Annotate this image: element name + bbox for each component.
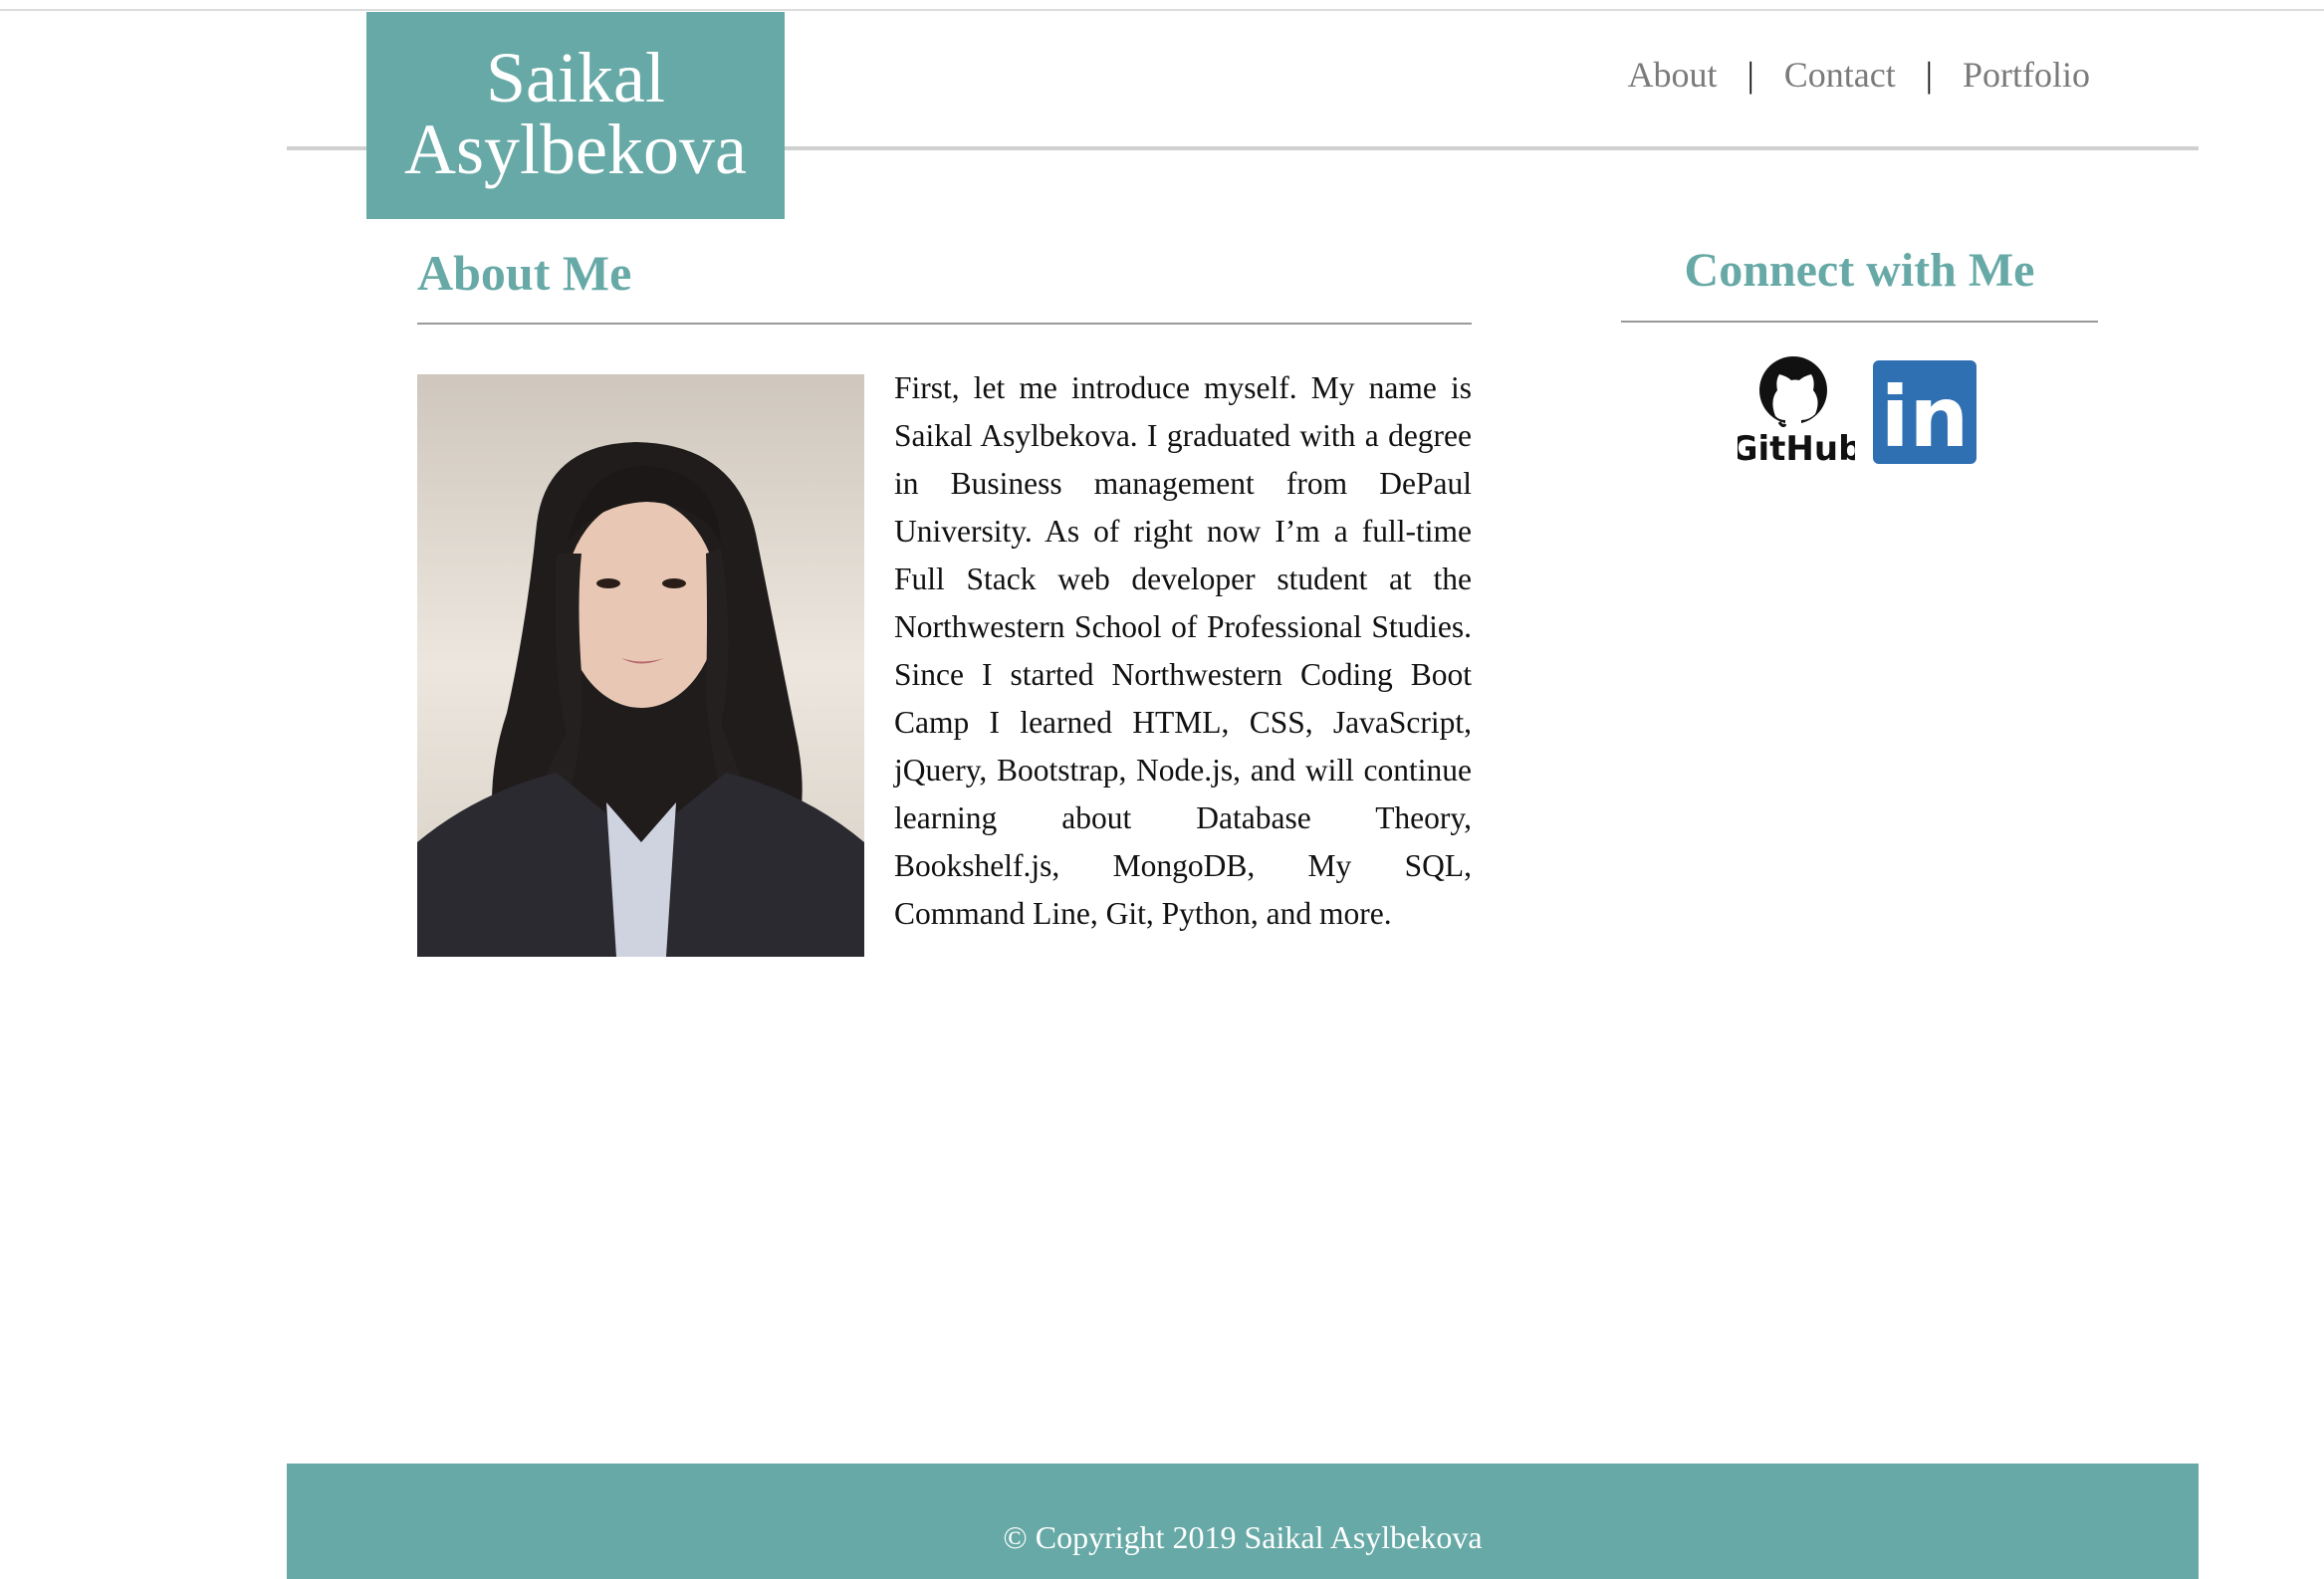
footer-copyright: © Copyright 2019 Saikal Asylbekova bbox=[1003, 1519, 1483, 1555]
main-nav: About | Contact | Portfolio bbox=[1628, 54, 2090, 96]
linkedin-icon[interactable]: in bbox=[1873, 360, 1976, 464]
connect-heading: Connect with Me bbox=[1684, 244, 2035, 297]
connect-divider bbox=[1621, 321, 2098, 323]
top-border bbox=[0, 9, 2324, 11]
page: Saikal Asylbekova About | Contact | Port… bbox=[0, 0, 2324, 1579]
linkedin-wordmark: in bbox=[1881, 368, 1970, 464]
nav-link-contact[interactable]: Contact bbox=[1784, 54, 1896, 96]
profile-photo bbox=[417, 374, 864, 957]
brand-first-name: Saikal bbox=[486, 38, 665, 117]
nav-link-about[interactable]: About bbox=[1628, 54, 1718, 96]
github-icon[interactable]: GitHub bbox=[1738, 356, 1855, 464]
nav-separator: | bbox=[1746, 55, 1754, 95]
brand-last-name: Asylbekova bbox=[404, 110, 747, 189]
social-links: GitHub in bbox=[1738, 356, 1976, 464]
about-paragraph: First, let me introduce myself. My name … bbox=[894, 370, 1472, 931]
about-heading: About Me bbox=[417, 245, 632, 301]
github-wordmark: GitHub bbox=[1738, 429, 1855, 464]
nav-separator: | bbox=[1925, 55, 1933, 95]
profile-photo-illustration bbox=[417, 374, 864, 957]
footer: © Copyright 2019 Saikal Asylbekova bbox=[287, 1464, 2199, 1579]
site-logo[interactable]: Saikal Asylbekova bbox=[366, 12, 785, 219]
nav-link-portfolio[interactable]: Portfolio bbox=[1963, 54, 2090, 96]
about-divider bbox=[417, 323, 1472, 325]
